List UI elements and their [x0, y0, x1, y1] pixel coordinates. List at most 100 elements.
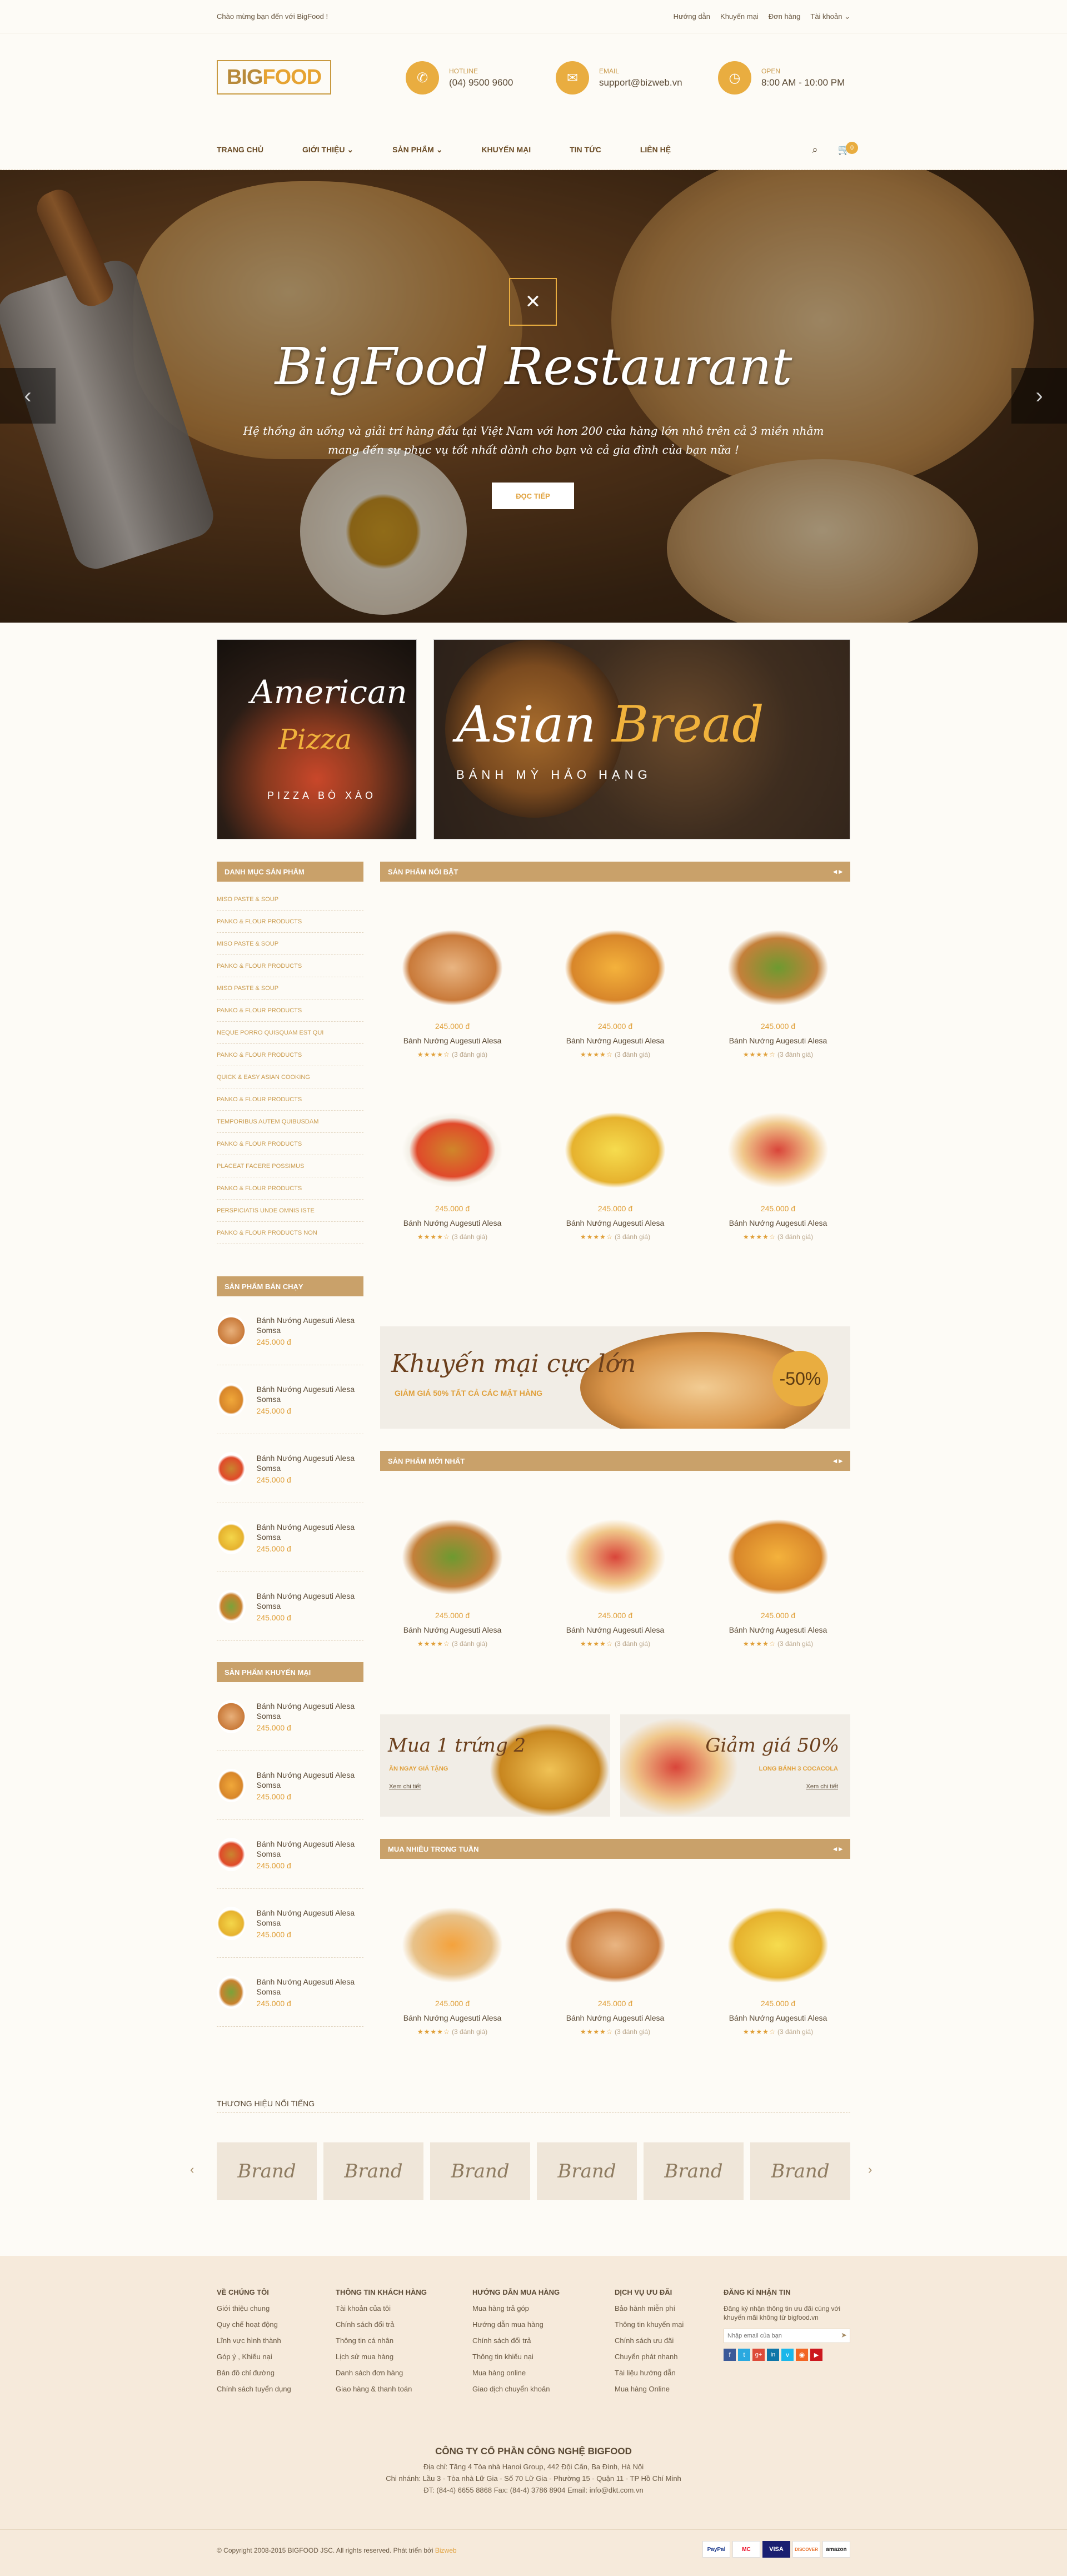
- nav-news[interactable]: TIN TỨC: [570, 145, 601, 154]
- footer-link[interactable]: Giới thiệu chung: [217, 2304, 291, 2313]
- side-product[interactable]: Bánh Nướng Augesuti Alesa Somsa 245.000 đ: [217, 1365, 363, 1434]
- side-product[interactable]: Bánh Nướng Augesuti Alesa Somsa 245.000 đ: [217, 1296, 363, 1365]
- side-product[interactable]: Bánh Nướng Augesuti Alesa Somsa 245.000 đ: [217, 1572, 363, 1641]
- send-icon[interactable]: ➤: [841, 2331, 847, 2340]
- product-card[interactable]: 245.000 đ Bánh Nướng Augesuti Alesa ★★★★☆ …: [380, 1903, 525, 2036]
- product-card[interactable]: 245.000 đ Bánh Nướng Augesuti Alesa ★★★★☆ …: [706, 1108, 850, 1241]
- top-link-orders[interactable]: Đơn hàng: [769, 12, 801, 21]
- rss-icon[interactable]: ◉: [796, 2349, 808, 2361]
- logo[interactable]: BIG FOOD: [217, 60, 331, 95]
- category-item[interactable]: PANKO & FLOUR PRODUCTS: [217, 955, 363, 977]
- facebook-icon[interactable]: f: [724, 2349, 736, 2361]
- product-card[interactable]: 245.000 đ Bánh Nướng Augesuti Alesa ★★★★☆ …: [543, 926, 687, 1058]
- slider-arrows-icon[interactable]: ◂ ▸: [833, 1456, 842, 1465]
- category-item[interactable]: NEQUE PORRO QUISQUAM EST QUI: [217, 1022, 363, 1044]
- search-icon[interactable]: ⌕: [812, 144, 817, 156]
- slider-next-icon[interactable]: ›: [1011, 368, 1067, 424]
- nav-about[interactable]: GIỚI THIỆU ⌄: [302, 145, 353, 155]
- top-link-guide[interactable]: Hướng dẫn: [674, 12, 710, 21]
- footer-link[interactable]: Thông tin khuyến mại: [615, 2320, 684, 2329]
- side-product[interactable]: Bánh Nướng Augesuti Alesa Somsa 245.000 đ: [217, 1434, 363, 1503]
- footer-link[interactable]: Lĩnh vực hình thành: [217, 2336, 291, 2345]
- slider-arrows-icon[interactable]: ◂ ▸: [833, 867, 842, 876]
- developer-link[interactable]: Bizweb: [435, 2547, 457, 2554]
- top-link-promo[interactable]: Khuyến mại: [720, 12, 759, 21]
- category-item[interactable]: PANKO & FLOUR PRODUCTS: [217, 1088, 363, 1111]
- brand-logo[interactable]: Brand: [217, 2142, 317, 2200]
- footer-link[interactable]: Bản đồ chỉ đường: [217, 2369, 291, 2377]
- footer-link[interactable]: Lịch sử mua hàng: [336, 2353, 427, 2361]
- product-card[interactable]: 245.000 đ Bánh Nướng Augesuti Alesa ★★★★☆ …: [706, 1515, 850, 1648]
- google-plus-icon[interactable]: g+: [752, 2349, 765, 2361]
- category-item[interactable]: PANKO & FLOUR PRODUCTS NON: [217, 1222, 363, 1244]
- promo-banner[interactable]: Khuyến mại cực lớn GIẢM GIÁ 50% TẤT CẢ C…: [380, 1326, 850, 1429]
- side-product[interactable]: Bánh Nướng Augesuti Alesa Somsa 245.000 đ: [217, 1751, 363, 1820]
- slider-arrows-icon[interactable]: ◂ ▸: [833, 1844, 842, 1853]
- promo-right-link[interactable]: Xem chi tiết: [806, 1783, 838, 1790]
- category-item[interactable]: QUICK & EASY ASIAN COOKING: [217, 1066, 363, 1088]
- twitter-icon[interactable]: t: [738, 2349, 750, 2361]
- pizza-banner[interactable]: American Pizza PIZZA BÒ XÀO: [217, 639, 417, 839]
- cart-icon[interactable]: 🛒 0: [838, 141, 858, 156]
- product-card[interactable]: 245.000 đ Bánh Nướng Augesuti Alesa ★★★★☆ …: [543, 1108, 687, 1241]
- side-product[interactable]: Bánh Nướng Augesuti Alesa Somsa 245.000 đ: [217, 1820, 363, 1889]
- nav-promotions[interactable]: KHUYẾN MẠI: [481, 145, 531, 154]
- promo-left-link[interactable]: Xem chi tiết: [389, 1783, 421, 1790]
- chevron-right-icon[interactable]: ›: [868, 2162, 872, 2177]
- brand-logo[interactable]: Brand: [323, 2142, 423, 2200]
- footer-link[interactable]: Góp ý , Khiếu nại: [217, 2353, 291, 2361]
- promo-banner-right[interactable]: Giảm giá 50% LONG BÁNH 3 COCACOLA Xem ch…: [620, 1714, 850, 1817]
- category-item[interactable]: PERSPICIATIS UNDE OMNIS ISTE: [217, 1200, 363, 1222]
- product-card[interactable]: 245.000 đ Bánh Nướng Augesuti Alesa ★★★★☆ …: [380, 926, 525, 1058]
- promo-banner-left[interactable]: Mua 1 trứng 2 ĂN NGAY GIÁ TẶNG Xem chi t…: [380, 1714, 610, 1817]
- category-item[interactable]: MISO PASTE & SOUP: [217, 933, 363, 955]
- category-item[interactable]: PANKO & FLOUR PRODUCTS: [217, 1133, 363, 1155]
- category-item[interactable]: MISO PASTE & SOUP: [217, 888, 363, 911]
- footer-link[interactable]: Mua hàng online: [472, 2369, 560, 2377]
- footer-link[interactable]: Thông tin cá nhân: [336, 2336, 427, 2345]
- nav-home[interactable]: TRANG CHỦ: [217, 145, 263, 154]
- product-card[interactable]: 245.000 đ Bánh Nướng Augesuti Alesa ★★★★☆ …: [706, 1903, 850, 2036]
- read-more-button[interactable]: ĐỌC TIẾP: [492, 483, 574, 509]
- footer-link[interactable]: Chính sách tuyển dụng: [217, 2385, 291, 2393]
- product-card[interactable]: 245.000 đ Bánh Nướng Augesuti Alesa ★★★★☆ …: [380, 1515, 525, 1648]
- category-item[interactable]: PANKO & FLOUR PRODUCTS: [217, 1044, 363, 1066]
- footer-link[interactable]: Mua hàng Online: [615, 2385, 684, 2393]
- brand-logo[interactable]: Brand: [644, 2142, 744, 2200]
- footer-link[interactable]: Danh sách đơn hàng: [336, 2369, 427, 2377]
- top-link-account[interactable]: Tài khoản ⌄: [810, 12, 850, 21]
- category-item[interactable]: TEMPORIBUS AUTEM QUIBUSDAM: [217, 1111, 363, 1133]
- nav-contact[interactable]: LIÊN HỆ: [640, 145, 671, 154]
- linkedin-icon[interactable]: in: [767, 2349, 779, 2361]
- category-item[interactable]: PANKO & FLOUR PRODUCTS: [217, 999, 363, 1022]
- category-item[interactable]: PANKO & FLOUR PRODUCTS: [217, 911, 363, 933]
- footer-link[interactable]: Chính sách đổi trả: [472, 2336, 560, 2345]
- product-card[interactable]: 245.000 đ Bánh Nướng Augesuti Alesa ★★★★☆ …: [543, 1515, 687, 1648]
- footer-link[interactable]: Hướng dẫn mua hàng: [472, 2320, 560, 2329]
- footer-link[interactable]: Chuyển phát nhanh: [615, 2353, 684, 2361]
- brand-logo[interactable]: Brand: [537, 2142, 637, 2200]
- footer-link[interactable]: Tài khoản của tôi: [336, 2304, 427, 2313]
- youtube-icon[interactable]: ▶: [810, 2349, 822, 2361]
- email-value[interactable]: support@bizweb.vn: [599, 77, 682, 88]
- nav-products[interactable]: SẢN PHẨM ⌄: [392, 145, 442, 155]
- brand-logo[interactable]: Brand: [430, 2142, 530, 2200]
- product-card[interactable]: 245.000 đ Bánh Nướng Augesuti Alesa ★★★★☆ …: [380, 1108, 525, 1241]
- footer-link[interactable]: Giao dịch chuyển khoản: [472, 2385, 560, 2393]
- vimeo-icon[interactable]: v: [781, 2349, 794, 2361]
- bread-banner[interactable]: Asian Bread BÁNH MỲ HẢO HẠNG: [433, 639, 850, 839]
- product-card[interactable]: 245.000 đ Bánh Nướng Augesuti Alesa ★★★★☆ …: [706, 926, 850, 1058]
- footer-link[interactable]: Tài liệu hướng dẫn: [615, 2369, 684, 2377]
- footer-link[interactable]: Thông tin khiếu nại: [472, 2353, 560, 2361]
- category-item[interactable]: PANKO & FLOUR PRODUCTS: [217, 1177, 363, 1200]
- chevron-left-icon[interactable]: ‹: [190, 2162, 194, 2177]
- product-card[interactable]: 245.000 đ Bánh Nướng Augesuti Alesa ★★★★☆ …: [543, 1903, 687, 2036]
- footer-link[interactable]: Bảo hành miễn phí: [615, 2304, 684, 2313]
- brand-logo[interactable]: Brand: [750, 2142, 850, 2200]
- footer-link[interactable]: Chính sách ưu đãi: [615, 2336, 684, 2345]
- footer-link[interactable]: Giao hàng & thanh toán: [336, 2385, 427, 2393]
- side-product[interactable]: Bánh Nướng Augesuti Alesa Somsa 245.000 đ: [217, 1958, 363, 2027]
- footer-link[interactable]: Chính sách đổi trả: [336, 2320, 427, 2329]
- footer-link[interactable]: Quy chế hoạt động: [217, 2320, 291, 2329]
- category-item[interactable]: PLACEAT FACERE POSSIMUS: [217, 1155, 363, 1177]
